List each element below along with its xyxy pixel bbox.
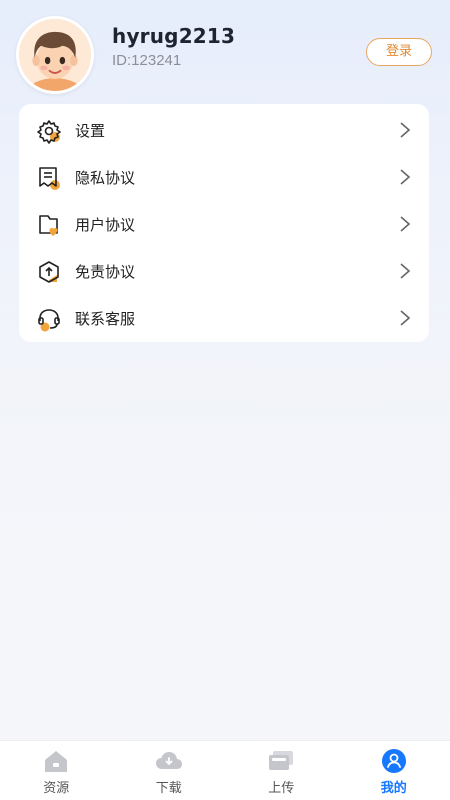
cloud-download-icon xyxy=(155,748,183,774)
gear-icon xyxy=(36,118,62,144)
cards-upload-icon xyxy=(267,748,295,774)
menu-item-user-agreement[interactable]: 用户协议 xyxy=(19,201,429,248)
avatar[interactable] xyxy=(16,16,94,94)
tab-upload[interactable]: 上传 xyxy=(225,741,338,800)
chevron-right-icon xyxy=(399,122,411,138)
tab-download[interactable]: 下载 xyxy=(113,741,226,800)
disclaimer-box-icon xyxy=(36,259,62,285)
privacy-document-icon xyxy=(36,165,62,191)
tab-mine[interactable]: 我的 xyxy=(338,741,450,800)
tab-label: 下载 xyxy=(155,781,182,796)
profile-header: hyrug2213 ID:123241 登录 xyxy=(16,14,434,94)
menu-item-label: 隐私协议 xyxy=(75,169,136,187)
menu-item-disclaimer[interactable]: 免责协议 xyxy=(19,248,429,295)
avatar-boy-icon xyxy=(19,19,91,91)
headset-icon xyxy=(36,306,62,332)
menu-item-customer-service[interactable]: 联系客服 xyxy=(19,295,429,342)
menu-item-label: 免责协议 xyxy=(75,263,136,281)
menu-item-label: 用户协议 xyxy=(75,216,136,234)
user-agreement-folder-icon xyxy=(36,212,62,238)
tab-label: 上传 xyxy=(268,781,295,796)
user-profile-icon xyxy=(380,748,408,774)
login-button[interactable]: 登录 xyxy=(366,38,432,66)
menu-item-label: 联系客服 xyxy=(75,310,136,328)
menu-item-settings[interactable]: 设置 xyxy=(19,107,429,154)
chevron-right-icon xyxy=(399,310,411,326)
settings-menu: 设置 隐私协议 用户协议 免责协议 联系客服 xyxy=(19,104,429,342)
tab-label: 资源 xyxy=(43,781,70,796)
tab-label: 我的 xyxy=(380,781,407,796)
bottom-tab-bar: 资源 下载 上传 我的 xyxy=(0,740,450,800)
user-id: ID:123241 xyxy=(112,52,182,69)
username: hyrug2213 xyxy=(112,24,236,48)
tab-resources[interactable]: 资源 xyxy=(0,741,113,800)
chevron-right-icon xyxy=(399,216,411,232)
menu-item-label: 设置 xyxy=(75,122,106,140)
menu-item-privacy[interactable]: 隐私协议 xyxy=(19,154,429,201)
chevron-right-icon xyxy=(399,263,411,279)
home-icon xyxy=(42,748,70,774)
chevron-right-icon xyxy=(399,169,411,185)
